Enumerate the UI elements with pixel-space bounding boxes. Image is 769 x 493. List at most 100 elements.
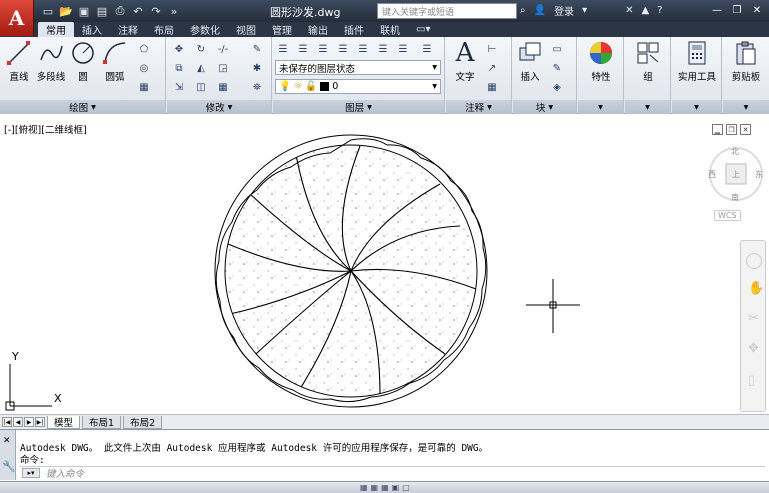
rectangle-tool-icon[interactable]: ⬠ (136, 41, 152, 57)
layer-state-dropdown[interactable]: 未保存的图层状态 ▾ (275, 60, 441, 75)
undo-icon[interactable]: ↶ (130, 3, 146, 19)
wcs-menu[interactable]: WCS (714, 210, 741, 221)
table-icon[interactable]: ▦ (484, 79, 500, 95)
ribbon-tab[interactable]: 联机 (372, 22, 408, 37)
layer-match-icon[interactable]: ☰ (335, 41, 351, 57)
qat-more-icon[interactable]: » (166, 3, 182, 19)
zoom-extents-icon[interactable]: ✂ (748, 311, 759, 326)
layout-tab[interactable]: 模型 (47, 415, 81, 429)
plot-icon[interactable]: ⎙ (112, 3, 128, 19)
properties-button[interactable]: 特性 (584, 39, 618, 85)
minimize-icon[interactable]: — (709, 3, 725, 17)
edit-block-icon[interactable]: ✎ (549, 60, 565, 76)
orbit-icon[interactable]: ✥ (748, 341, 759, 356)
login-dropdown-icon[interactable]: ▾ (582, 5, 587, 16)
save-as-icon[interactable]: ▤ (94, 3, 110, 19)
text-button[interactable]: A 文字 (448, 38, 482, 85)
group-button[interactable]: 组 (631, 39, 665, 85)
exchange-icon[interactable]: ✕ (625, 5, 633, 16)
prev-tab-icon[interactable]: ◀ (13, 417, 23, 427)
status-toggle-icons[interactable]: ▦▦▦▣▢ (360, 483, 413, 492)
ribbon-tab[interactable]: 插件 (336, 22, 372, 37)
layer-isolate-icon[interactable]: ☰ (315, 41, 331, 57)
layer-properties-icon[interactable]: ☰ (275, 41, 291, 57)
help-icon[interactable]: ? (657, 5, 662, 16)
create-block-icon[interactable]: ▭ (549, 41, 565, 57)
close-icon[interactable]: ✕ (749, 3, 765, 17)
arc-button[interactable]: 圆弧 (98, 39, 132, 85)
circle-button[interactable]: 圆 (66, 39, 100, 85)
pan-icon[interactable]: ✋ (748, 281, 764, 296)
hatch-tool-icon[interactable]: ▦ (136, 79, 152, 95)
ribbon-tab[interactable]: 布局 (146, 22, 182, 37)
search-input[interactable]: 键入关键字或短语 (377, 3, 517, 19)
rotate-icon[interactable]: ↻ (193, 41, 209, 57)
redo-icon[interactable]: ↷ (148, 3, 164, 19)
viewcube-west[interactable]: 西 (708, 169, 716, 180)
open-file-icon[interactable]: 📂 (58, 3, 74, 19)
line-button[interactable]: 直线 (2, 39, 36, 85)
trim-icon[interactable]: -/- (215, 41, 231, 57)
ribbon-tab[interactable]: 参数化 (182, 22, 228, 37)
polyline-button[interactable]: 多段线 (34, 39, 68, 85)
properties-panel-title[interactable]: ▾ (578, 100, 623, 114)
ribbon-tab[interactable]: 注释 (110, 22, 146, 37)
steering-wheel-icon[interactable] (746, 253, 762, 269)
communication-icon[interactable]: ▲ (641, 5, 649, 16)
login-button[interactable]: 登录 (554, 3, 574, 18)
viewcube-south[interactable]: 南 (731, 192, 739, 203)
move-icon[interactable]: ✥ (171, 41, 187, 57)
copy-icon[interactable]: ⧉ (171, 60, 187, 76)
layer-dropdown[interactable]: 💡 ☼ 🔓 0 ▾ (275, 79, 441, 94)
dimension-icon[interactable]: ⊢ (484, 41, 500, 57)
layers-panel-title[interactable]: 图层 ▾ (273, 100, 444, 114)
groups-panel-title[interactable]: ▾ (625, 100, 670, 114)
ribbon-tab[interactable]: 管理 (264, 22, 300, 37)
search-icon[interactable]: ⌕ (520, 5, 526, 16)
ribbon-tab[interactable]: 插入 (74, 22, 110, 37)
scale-icon[interactable]: ◫ (193, 79, 209, 95)
block-attribute-icon[interactable]: ◈ (549, 79, 565, 95)
block-panel-title[interactable]: 块 ▾ (513, 100, 576, 114)
first-tab-icon[interactable]: |◀ (2, 417, 12, 427)
array-icon[interactable]: ▦ (215, 79, 231, 95)
offset-icon[interactable]: ⛯ (249, 79, 265, 95)
viewcube-north[interactable]: 北 (731, 146, 739, 157)
ribbon-tab[interactable]: 输出 (300, 22, 336, 37)
leader-icon[interactable]: ↗ (484, 60, 500, 76)
command-window-handle[interactable]: ✕ 🔧 (0, 430, 16, 480)
modify-panel-title[interactable]: 修改 ▾ (167, 100, 271, 114)
ribbon-tab[interactable]: 常用 (38, 22, 74, 37)
layer-state-icon[interactable]: ☰ (295, 41, 311, 57)
new-file-icon[interactable]: ▭ (40, 3, 56, 19)
draw-panel-title[interactable]: 绘图 ▾ (0, 100, 165, 114)
layer-walk-icon[interactable]: ☰ (419, 41, 435, 57)
close-command-icon[interactable]: ✕ (3, 436, 11, 446)
drawing-viewport[interactable]: [-][俯视][二维线框] ▁ ❐ ✕ Y X 北 西 上 东 南 WCS ✋ … (0, 114, 769, 414)
fillet-icon[interactable]: ◲ (215, 60, 231, 76)
viewcube[interactable]: 北 西 上 东 南 WCS (700, 140, 764, 224)
layer-freeze-icon[interactable]: ☰ (375, 41, 391, 57)
ellipse-tool-icon[interactable]: ◎ (136, 60, 152, 76)
clipboard-button[interactable]: 剪贴板 (729, 39, 763, 85)
wrench-icon[interactable]: 🔧 (2, 460, 16, 473)
save-icon[interactable]: ▣ (76, 3, 92, 19)
ribbon-tab-more-icon[interactable]: ▭▾ (408, 22, 438, 37)
viewcube-east[interactable]: 东 (755, 169, 763, 180)
stretch-icon[interactable]: ⇲ (171, 79, 187, 95)
layout-tab[interactable]: 布局1 (82, 415, 122, 429)
insert-block-button[interactable]: 插入 (513, 39, 547, 85)
mirror-icon[interactable]: ◭ (193, 60, 209, 76)
layer-lock-icon[interactable]: ☰ (395, 41, 411, 57)
application-menu-button[interactable]: A (0, 0, 34, 36)
layout-tab[interactable]: 布局2 (123, 415, 163, 429)
showmotion-icon[interactable]: ▯ (748, 373, 755, 388)
explode-icon[interactable]: ✱ (249, 60, 265, 76)
utilities-panel-title[interactable]: ▾ (672, 100, 721, 114)
last-tab-icon[interactable]: ▶| (35, 417, 45, 427)
layer-off-icon[interactable]: ☰ (355, 41, 371, 57)
ribbon-tab[interactable]: 视图 (228, 22, 264, 37)
restore-icon[interactable]: ❐ (729, 3, 745, 17)
erase-icon[interactable]: ✎ (249, 41, 265, 57)
command-recent-icon[interactable]: ▸▾ (22, 468, 40, 478)
